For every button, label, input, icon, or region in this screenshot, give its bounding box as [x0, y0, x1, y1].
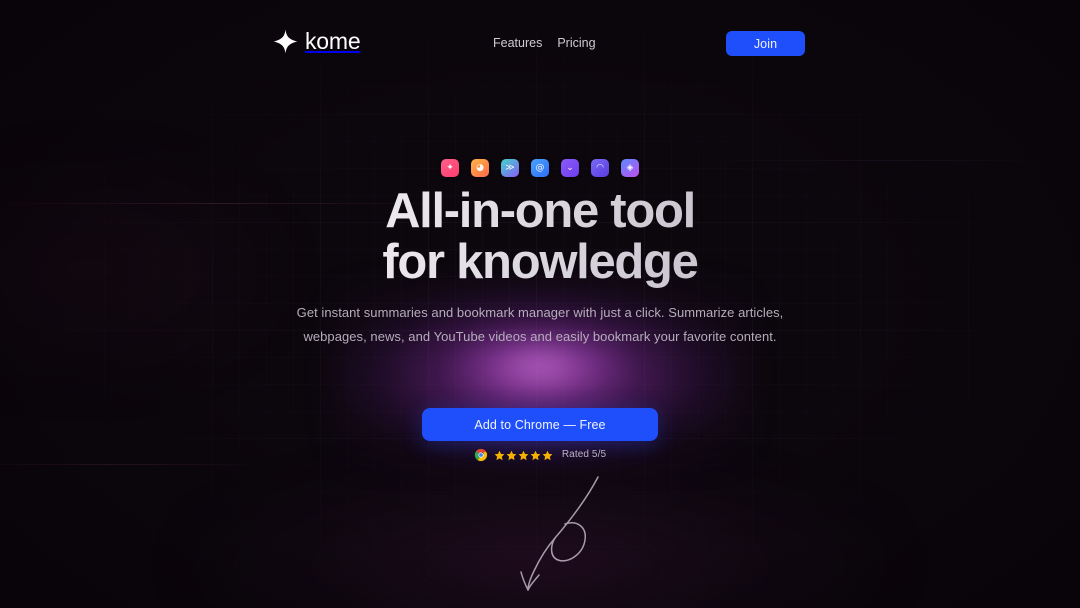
logo-text: kome — [305, 28, 361, 54]
star-icon — [530, 450, 541, 460]
rating-label: Rated 5/5 — [561, 449, 607, 460]
nav-item-features[interactable]: Features — [493, 36, 542, 51]
hero-subtitle: Get instant summaries and bookmark manag… — [0, 301, 1080, 349]
app-icon-6: ◠ — [591, 159, 609, 177]
star-icon — [542, 450, 553, 460]
join-button[interactable]: Join — [726, 31, 805, 56]
curved-down-arrow-icon — [520, 476, 599, 591]
chevrons-down-icon: ⌄ — [566, 162, 574, 173]
logo[interactable]: kome — [273, 28, 361, 54]
star-icon — [518, 450, 529, 460]
cube-icon: ◈ — [626, 162, 634, 173]
headline-line-2: for knowledge — [382, 235, 698, 289]
app-icon-2: ◕ — [471, 159, 489, 177]
star-icon — [506, 450, 517, 460]
subtitle-line-2: webpages, news, and YouTube videos and e… — [303, 329, 777, 344]
hero-section: ✦ ◕ ≫ @ ⌄ ◠ ◈ All-in-one tool for knowledge Ge… — [0, 0, 1080, 608]
star-icon — [494, 450, 505, 460]
app-icon-3: ≫ — [501, 159, 519, 177]
smiley-face-icon: ◕ — [476, 162, 484, 173]
sparkle-tool-icon: ✦ — [446, 162, 454, 173]
subtitle-line-1: Get instant summaries and bookmark manag… — [296, 305, 784, 320]
app-icon-7: ◈ — [621, 159, 639, 177]
double-arrow-icon: ≫ — [505, 162, 515, 173]
app-icon-row: ✦ ◕ ≫ @ ⌄ ◠ ◈ — [0, 159, 1080, 177]
app-icon-5: ⌄ — [561, 159, 579, 177]
app-icon-1: ✦ — [441, 159, 459, 177]
landing-page: kome Features Pricing Join ✦ ◕ ≫ @ ⌄ ◠ ◈ All-i… — [0, 0, 1080, 608]
star-rating — [494, 450, 553, 461]
rating-row: Rated 5/5 — [0, 448, 1080, 462]
nav-item-pricing[interactable]: Pricing — [557, 36, 595, 51]
page-title: All-in-one tool for knowledge — [0, 186, 1080, 288]
chrome-icon — [474, 448, 488, 462]
main-nav: Features Pricing — [493, 36, 596, 51]
sparkle-star-icon — [273, 29, 298, 54]
add-to-chrome-button[interactable]: Add to Chrome — Free — [422, 408, 658, 441]
app-icon-4: @ — [531, 159, 549, 177]
headline-line-1: All-in-one tool — [385, 184, 695, 238]
site-header: kome Features Pricing Join — [0, 0, 1080, 84]
at-sign-icon: @ — [535, 162, 545, 173]
magnet-icon: ◠ — [596, 162, 604, 173]
